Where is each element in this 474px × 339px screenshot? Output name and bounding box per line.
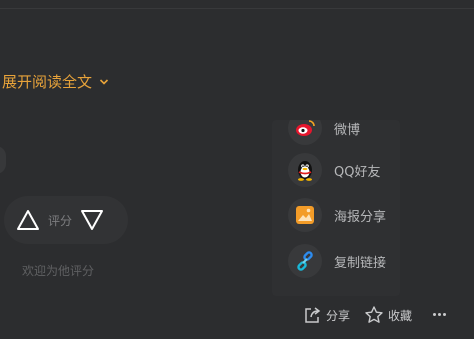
rating-control: 评分 <box>4 196 128 244</box>
share-item-label: 海报分享 <box>334 209 387 225</box>
share-item-label: 微博 <box>334 122 361 138</box>
qq-icon <box>288 153 322 187</box>
share-item-copy-link[interactable]: 复制链接 <box>288 243 398 279</box>
rating-label: 评分 <box>48 214 73 228</box>
share-button[interactable]: 分享 <box>302 304 350 326</box>
share-icon <box>302 305 322 325</box>
dot <box>438 313 441 316</box>
rating-hint: 欢迎为他评分 <box>22 264 95 278</box>
favorite-label: 收藏 <box>388 308 413 323</box>
top-divider <box>0 8 474 9</box>
chevron-down-icon <box>99 77 109 87</box>
dot <box>433 313 436 316</box>
share-item-qq[interactable]: QQ好友 <box>288 152 398 188</box>
share-item-label: 复制链接 <box>334 255 387 271</box>
dot <box>443 313 446 316</box>
poster-icon <box>288 198 322 232</box>
left-edge-button[interactable] <box>0 146 6 174</box>
share-item-weibo[interactable]: 微博 <box>288 120 398 146</box>
more-dots-icon[interactable] <box>433 313 446 316</box>
share-item-poster[interactable]: 海报分享 <box>288 197 398 233</box>
favorite-button[interactable]: 收藏 <box>364 304 412 326</box>
expand-full-text-link[interactable]: 展开阅读全文 <box>2 71 109 92</box>
expand-label: 展开阅读全文 <box>2 73 93 91</box>
weibo-icon <box>288 120 322 145</box>
share-menu: 微博 QQ好友 海报分享 复制链接 <box>272 120 400 296</box>
share-item-label: QQ好友 <box>334 164 381 180</box>
downvote-triangle-icon[interactable] <box>80 209 104 231</box>
link-icon <box>288 244 322 278</box>
upvote-triangle-icon[interactable] <box>16 209 40 231</box>
star-icon <box>364 305 384 325</box>
share-label: 分享 <box>326 308 351 323</box>
